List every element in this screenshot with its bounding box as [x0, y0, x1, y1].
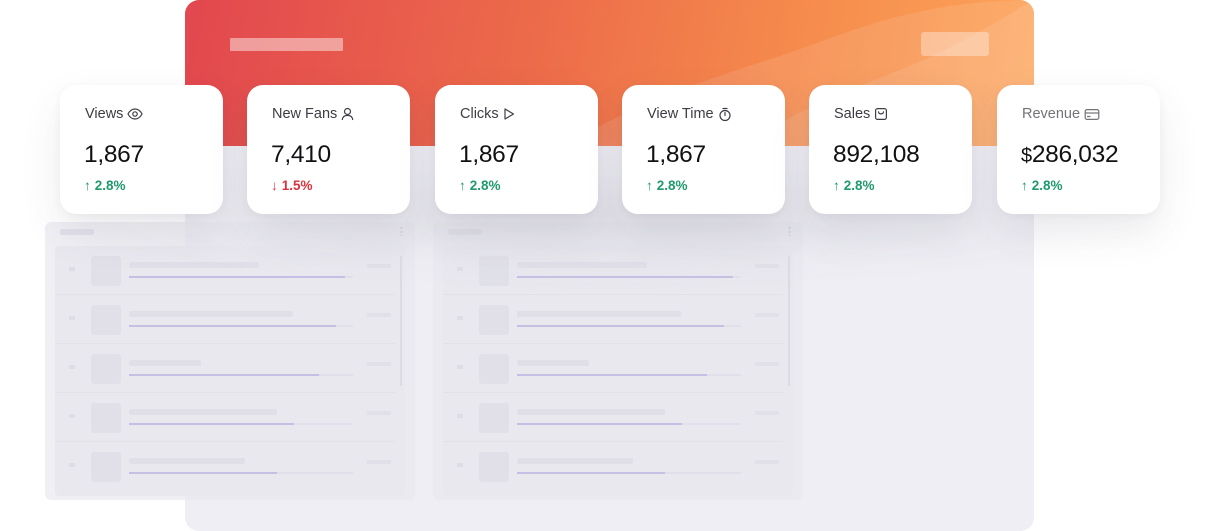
- stat-label: Revenue: [1022, 106, 1100, 122]
- stat-card-views[interactable]: Views 1,867 ↑ 2.8%: [60, 85, 223, 214]
- stat-label: New Fans: [272, 106, 354, 122]
- play-icon: [503, 107, 515, 121]
- stat-value: 7,410: [271, 141, 331, 168]
- arrow-up-icon: ↑: [459, 178, 466, 193]
- stat-label-text: Views: [85, 106, 124, 122]
- arrow-down-icon: ↓: [271, 178, 278, 193]
- stat-value: 1,867: [84, 141, 144, 168]
- stat-change: ↓ 1.5%: [271, 178, 313, 193]
- arrow-up-icon: ↑: [84, 178, 91, 193]
- stat-label-text: Clicks: [460, 106, 499, 122]
- stat-card-sales[interactable]: Sales 892,108 ↑ 2.8%: [809, 85, 972, 214]
- stat-change-value: 2.8%: [94, 178, 126, 193]
- stat-label-text: View Time: [647, 106, 714, 122]
- list-item: [443, 295, 783, 344]
- stat-label-text: Sales: [834, 106, 871, 122]
- stat-value: 1,867: [459, 141, 519, 168]
- list-item: [55, 442, 395, 491]
- stat-card-clicks[interactable]: Clicks 1,867 ↑ 2.8%: [435, 85, 598, 214]
- stat-value-number: 286,032: [1031, 141, 1119, 168]
- list-item: [55, 295, 395, 344]
- stat-value: 892,108: [833, 141, 920, 168]
- currency-symbol: $: [1021, 145, 1032, 167]
- stat-card-new-fans[interactable]: New Fans 7,410 ↓ 1.5%: [247, 85, 410, 214]
- stat-value: 1,867: [646, 141, 706, 168]
- stat-change-value: 2.8%: [1031, 178, 1063, 193]
- stat-change-value: 2.8%: [656, 178, 688, 193]
- stopwatch-icon: [718, 107, 732, 122]
- stat-label-text: New Fans: [272, 106, 338, 122]
- stat-change-value: 2.8%: [843, 178, 875, 193]
- stat-change: ↑ 2.8%: [646, 178, 688, 193]
- stat-change: ↑ 2.8%: [833, 178, 875, 193]
- stat-label: Sales: [834, 106, 888, 122]
- stat-change-value: 1.5%: [281, 178, 313, 193]
- shopping-bag-icon: [874, 107, 888, 121]
- list-item: [443, 442, 783, 491]
- stat-label: Clicks: [460, 106, 515, 122]
- list-item: [443, 393, 783, 442]
- stat-value: $286,032: [1021, 141, 1119, 169]
- list-item: [55, 393, 395, 442]
- stat-card-revenue[interactable]: Revenue $286,032 ↑ 2.8%: [997, 85, 1160, 214]
- eye-icon: [127, 107, 144, 121]
- stat-change: ↑ 2.8%: [459, 178, 501, 193]
- list-item: [55, 344, 395, 393]
- stat-change: ↑ 2.8%: [1021, 178, 1063, 193]
- arrow-up-icon: ↑: [1021, 178, 1028, 193]
- arrow-up-icon: ↑: [646, 178, 653, 193]
- stat-change: ↑ 2.8%: [84, 178, 126, 193]
- user-icon: [341, 107, 354, 121]
- arrow-up-icon: ↑: [833, 178, 840, 193]
- credit-card-icon: [1084, 108, 1100, 121]
- list-item: [443, 344, 783, 393]
- stat-label-text: Revenue: [1022, 106, 1081, 122]
- stat-label: Views: [85, 106, 144, 122]
- stat-change-value: 2.8%: [469, 178, 501, 193]
- stat-label: View Time: [647, 106, 732, 122]
- stat-card-view-time[interactable]: View Time 1,867 ↑ 2.8%: [622, 85, 785, 214]
- header-title-placeholder: [230, 38, 343, 51]
- header-button-placeholder: [921, 32, 989, 56]
